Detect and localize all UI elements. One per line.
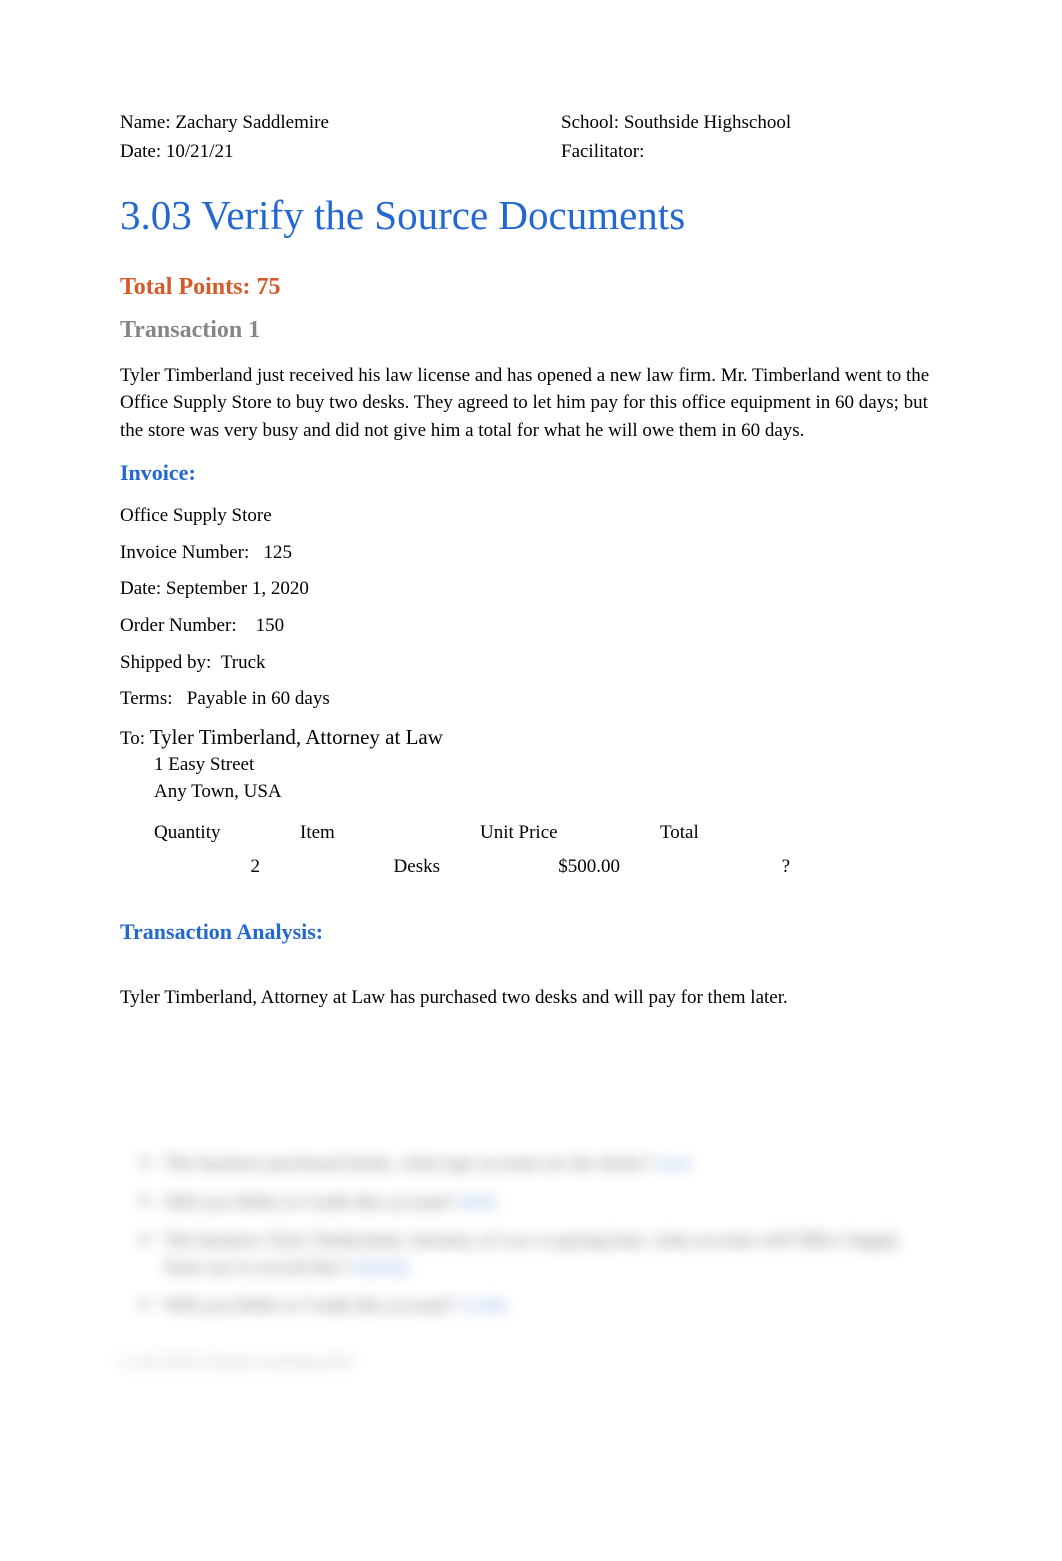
terms-value: Payable in 60 days (187, 688, 330, 709)
q1-text: The business purchased desks, what type … (164, 1153, 650, 1174)
row-total: ? (660, 854, 830, 881)
blurred-q4: Will you Debit or Credit this account? C… (140, 1293, 942, 1320)
blurred-question-list: The business purchased desks, what type … (120, 1151, 942, 1320)
col-header-unit-price: Unit Price (480, 820, 660, 847)
copyright-text: © ACCESS Virtual Learning 2021 (120, 1350, 942, 1374)
header-row-2: Date: 10/21/21 Facilitator: (120, 139, 942, 166)
terms-label: Terms: (120, 686, 173, 713)
school-value: Southside Highschool (624, 112, 791, 133)
facilitator-field: Facilitator: (501, 139, 942, 166)
analysis-text: Tyler Timberland, Attorney at Law has pu… (120, 984, 942, 1012)
order-number-line: Order Number: 150 (120, 613, 942, 640)
date-value: 10/21/21 (166, 141, 234, 162)
q4-text: Will you Debit or Credit this account? (164, 1295, 455, 1316)
q2-answer: debit (459, 1192, 497, 1213)
intro-paragraph: Tyler Timberland just received his law l… (120, 362, 942, 445)
invoice-date-line: Date: September 1, 2020 (120, 576, 942, 603)
school-field: School: Southside Highschool (501, 110, 942, 137)
invoice-number-value: 125 (264, 542, 293, 563)
invoice-date-value: September 1, 2020 (166, 578, 309, 599)
blurred-q3: The business Tyler Timberland, Attorney … (140, 1228, 942, 1281)
to-street: 1 Easy Street (120, 752, 942, 779)
name-field: Name: Zachary Saddlemire (120, 110, 501, 137)
invoice-table-headers: Quantity Item Unit Price Total (120, 820, 942, 847)
header-row-1: Name: Zachary Saddlemire School: Southsi… (120, 110, 942, 137)
q2-text: Will you Debit or Credit this account? (164, 1192, 455, 1213)
date-label: Date: (120, 141, 166, 162)
page-title: 3.03 Verify the Source Documents (120, 187, 942, 244)
to-name: Tyler Timberland, Attorney at Law (150, 725, 443, 749)
facilitator-label: Facilitator: (561, 141, 644, 162)
to-city: Any Town, USA (120, 779, 942, 806)
col-header-total: Total (660, 820, 830, 847)
shipped-by-line: Shipped by: Truck (120, 650, 942, 677)
row-item: Desks (300, 854, 480, 881)
row-quantity: 2 (120, 854, 300, 881)
col-header-item: Item (300, 820, 480, 847)
invoice-number-label: Invoice Number: (120, 540, 249, 567)
terms-line: Terms: Payable in 60 days (120, 686, 942, 713)
transaction-heading: Transaction 1 (120, 314, 942, 348)
analysis-heading: Transaction Analysis: (120, 917, 942, 948)
blurred-q1: The business purchased desks, what type … (140, 1151, 942, 1178)
to-label: To: (120, 728, 145, 749)
invoice-date-label: Date: (120, 576, 161, 603)
q3-text: The business Tyler Timberland, Attorney … (164, 1230, 900, 1278)
shipped-by-value: Truck (221, 652, 266, 673)
school-label: School: (561, 112, 624, 133)
order-number-label: Order Number: (120, 613, 237, 640)
invoice-heading: Invoice: (120, 458, 942, 489)
invoice-store: Office Supply Store (120, 503, 942, 530)
shipped-by-label: Shipped by: (120, 650, 211, 677)
q1-answer: asset (655, 1153, 692, 1174)
total-points: Total Points: 75 (120, 271, 942, 305)
name-value: Zachary Saddlemire (175, 112, 329, 133)
date-field: Date: 10/21/21 (120, 139, 501, 166)
row-unit-price: $500.00 (480, 854, 660, 881)
invoice-number-line: Invoice Number: 125 (120, 540, 942, 567)
invoice-table-row: 2 Desks $500.00 ? (120, 854, 942, 881)
blurred-q2: Will you Debit or Credit this account? d… (140, 1190, 942, 1217)
q3-answer: liability (352, 1257, 411, 1278)
col-header-quantity: Quantity (120, 820, 300, 847)
blurred-questions-section: The business purchased desks, what type … (120, 1151, 942, 1374)
q4-answer: Credit (459, 1295, 507, 1316)
name-label: Name: (120, 112, 175, 133)
to-block: To: Tyler Timberland, Attorney at Law 1 … (120, 723, 942, 806)
order-number-value: 150 (256, 615, 285, 636)
